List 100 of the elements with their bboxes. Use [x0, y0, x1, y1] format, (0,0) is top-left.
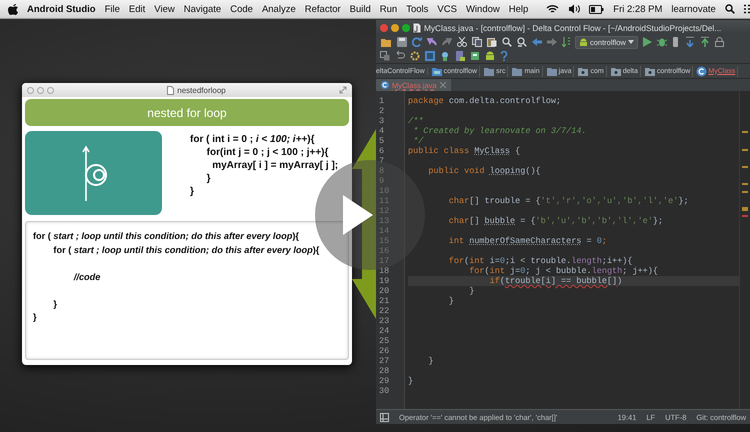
line-number: 25 [378, 336, 390, 346]
apple-logo-icon[interactable] [8, 3, 18, 15]
copy-icon[interactable] [472, 37, 482, 47]
syntax-line: } [52, 298, 58, 311]
monitor-icon[interactable] [470, 51, 480, 61]
device-icon[interactable] [672, 37, 680, 47]
line-number: 18 [378, 266, 390, 276]
code-line: char[] bubble = {'b','u','b','b','l','e'}; [448, 216, 664, 226]
error-stripe-marker[interactable] [742, 131, 748, 133]
menu-bar-clock[interactable]: Fri 2:28 PM [613, 4, 662, 14]
window-close-button[interactable] [27, 86, 34, 94]
search-icon[interactable] [724, 4, 735, 14]
error-stripe-marker[interactable] [742, 166, 748, 168]
menu-item[interactable]: Edit [128, 4, 146, 14]
syntax-line: } [33, 311, 38, 324]
folder-icon [511, 66, 524, 76]
code-line: for ( int i = 0 ; i < 100; i++){ [190, 133, 316, 146]
error-stripe-marker[interactable] [742, 209, 748, 211]
vcs-update-icon[interactable] [684, 37, 695, 47]
project-structure-icon[interactable] [425, 51, 435, 61]
back-icon[interactable] [532, 37, 542, 47]
wifi-icon[interactable] [546, 4, 560, 14]
find-icon[interactable] [502, 37, 512, 47]
error-stripe-marker[interactable] [742, 207, 748, 209]
code-line: } [408, 376, 414, 386]
sdk-manager-icon[interactable] [455, 51, 465, 61]
code-line: char[] trouble = {'t','r','o','u','b','l','e'}; [448, 196, 689, 206]
menu-item[interactable]: Code [230, 4, 253, 14]
line-number: 27 [378, 356, 390, 366]
window-zoom-button[interactable] [402, 24, 410, 32]
forward-icon[interactable] [547, 37, 557, 47]
code-line: public class MyClass { [408, 146, 520, 156]
code-line: package com.delta.controlflow; [408, 96, 562, 106]
code-line: public void looping(){ [427, 166, 541, 176]
window-close-button[interactable] [380, 24, 388, 32]
battery-icon[interactable] [589, 4, 604, 14]
folder-icon [546, 66, 558, 76]
error-stripe-marker[interactable] [742, 183, 748, 185]
panel-toggle-icon[interactable] [380, 412, 389, 422]
menu-item[interactable]: Analyze [262, 4, 296, 14]
syntax-line: //code [72, 270, 102, 284]
volume-icon[interactable] [568, 4, 580, 14]
user-name[interactable]: learnovate [671, 4, 716, 14]
save-icon[interactable] [397, 37, 407, 47]
help-icon[interactable] [500, 51, 508, 61]
line-number: 20 [378, 286, 390, 296]
menu-item[interactable]: Build [350, 4, 371, 14]
line-number: 3 [378, 116, 386, 126]
undo-icon[interactable] [427, 37, 437, 47]
android-icon[interactable] [485, 51, 495, 61]
sort-icon[interactable] [562, 37, 570, 47]
menu-item[interactable]: Window [466, 4, 500, 14]
package-folder-icon [644, 66, 656, 76]
app-menu[interactable]: Android Studio [27, 4, 96, 14]
code-line: } [427, 356, 434, 366]
menu-item[interactable]: Navigate [184, 4, 222, 14]
code-line: } [190, 185, 195, 198]
cut-icon[interactable] [457, 37, 467, 47]
code-line: } [206, 172, 212, 185]
code-line: } [468, 286, 474, 296]
settings-icon[interactable] [410, 51, 420, 61]
line-number: 23 [378, 316, 390, 326]
paste-icon[interactable] [487, 37, 497, 47]
line-number: 28 [378, 366, 390, 376]
replace-icon[interactable] [517, 37, 527, 47]
menu-item[interactable]: View [154, 4, 175, 14]
menu-item[interactable]: Refactor [304, 4, 341, 14]
sync-icon[interactable] [412, 37, 422, 47]
menu-item[interactable]: Tools [406, 4, 428, 14]
error-stripe-marker[interactable] [742, 149, 748, 151]
redo-icon[interactable] [442, 37, 452, 47]
window-minimize-button[interactable] [391, 24, 399, 32]
structure-icon[interactable] [380, 51, 390, 61]
vcs-commit-icon[interactable] [700, 37, 710, 47]
android-icon [579, 38, 588, 46]
module-folder-icon [430, 66, 443, 76]
debug-icon[interactable] [656, 37, 667, 47]
line-number: 1 [378, 96, 386, 106]
close-icon[interactable] [440, 82, 446, 88]
avd-manager-icon[interactable] [440, 51, 450, 61]
line-number: 6 [378, 146, 386, 156]
run-icon[interactable] [642, 37, 652, 47]
menu-item[interactable]: Help [508, 4, 528, 14]
resize-icon[interactable] [339, 86, 347, 94]
menu-item[interactable]: Run [380, 4, 398, 14]
line-number: 26 [378, 346, 390, 356]
code-line: * Created by learnovate on 3/7/14. [412, 126, 587, 136]
revert-icon[interactable] [395, 51, 405, 61]
error-stripe-marker[interactable] [742, 191, 748, 193]
window-minimize-button[interactable] [37, 86, 44, 94]
code-line: if(trouble[i] == bubble[]) [488, 276, 622, 286]
lock-icon[interactable] [714, 37, 724, 47]
line-number: 7 [378, 156, 386, 166]
line-number: 24 [378, 326, 390, 336]
code-line: for(int j = 0 ; j < 100 ; j++){ [206, 146, 330, 159]
code-line: myArray[ i ] = myArray[ j ]; [211, 159, 338, 172]
error-stripe-marker[interactable] [742, 215, 748, 217]
menu-item[interactable]: VCS [437, 4, 457, 14]
window-zoom-button[interactable] [47, 86, 54, 94]
menu-item[interactable]: File [104, 4, 120, 14]
